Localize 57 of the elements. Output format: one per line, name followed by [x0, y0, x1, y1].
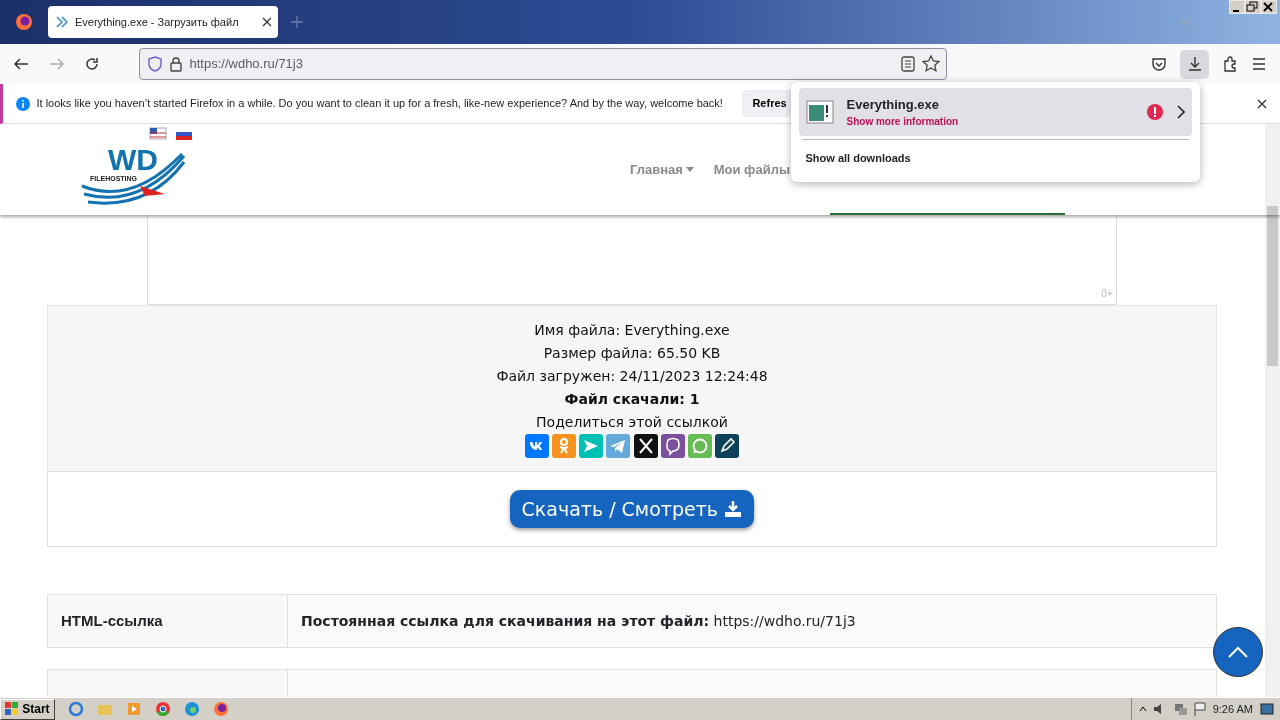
caret-icon	[686, 166, 695, 173]
download-item[interactable]: Everything.exe Show more information	[799, 88, 1192, 136]
close-icon[interactable]	[1257, 98, 1267, 109]
chevron-right-icon[interactable]	[1175, 105, 1186, 119]
download-filename: Everything.exe	[846, 95, 940, 114]
address-bar[interactable]: https://wdho.ru/71j3	[139, 48, 947, 80]
url-text: https://wdho.ru/71j3	[189, 55, 304, 74]
share-label: Поделиться этой ссылкой	[536, 413, 728, 432]
link-value: Постоянная ссылка для скачивания на этот файл: https://wdho.ru/71j3	[301, 611, 856, 631]
network-icon[interactable]	[1173, 702, 1188, 716]
file-info-line: Файл загружен: 24/11/2023 12:24:48	[496, 367, 768, 386]
windows-logo-icon	[5, 702, 19, 716]
share-viber-icon[interactable]	[660, 434, 685, 458]
nav-link[interactable]: Мои файлы	[713, 159, 790, 180]
chevron-up-icon	[1227, 645, 1249, 659]
reload-icon[interactable]	[84, 56, 100, 72]
download-icon	[1186, 56, 1203, 72]
start-button[interactable]: Start	[0, 698, 55, 720]
share-pen-icon[interactable]	[715, 434, 740, 458]
lock-icon	[169, 56, 183, 72]
back-icon[interactable]	[13, 56, 29, 72]
flag-icon[interactable]	[1194, 702, 1207, 716]
file-info-line: Размер файла: 65.50 KB	[543, 344, 721, 363]
download-status: Show more information	[846, 115, 960, 130]
close-icon[interactable]	[261, 17, 272, 27]
link-label: HTML-ссылка	[61, 610, 163, 631]
show-desktop-icon[interactable]	[1259, 702, 1274, 716]
minimize-button[interactable]	[1228, 0, 1245, 14]
clock: 9:26 AM	[1212, 701, 1253, 717]
warning-icon	[1146, 104, 1163, 120]
chrome-icon[interactable]	[154, 701, 171, 717]
browser-tab[interactable]: Everything.exe - Загрузить файл	[48, 6, 278, 38]
shield-icon	[146, 56, 163, 72]
notification-text: It looks like you haven’t started Firefox in a while. Do you want to clean it up for a fresh, like-new experience? And by the way, welcome back!	[36, 96, 723, 112]
download-button[interactable]: Скачать / Смотреть	[509, 489, 755, 529]
star-icon[interactable]	[921, 55, 940, 73]
info-icon	[16, 96, 30, 111]
file-info-line: Файл скачали: 1	[564, 390, 700, 409]
file-icon	[805, 100, 834, 124]
file-info-line: Имя файла: Everything.exe	[534, 321, 730, 340]
scroll-up-button[interactable]	[1213, 627, 1263, 677]
extensions-icon[interactable]	[1222, 56, 1238, 72]
age-rating: 0+	[1101, 286, 1113, 301]
tab-title: Everything.exe - Загрузить файл	[75, 14, 240, 30]
menu-icon[interactable]	[1251, 56, 1267, 72]
download-button[interactable]	[1180, 49, 1209, 79]
download-icon	[724, 500, 743, 518]
chevrons-icon	[54, 15, 69, 29]
firefox-icon[interactable]	[212, 701, 229, 717]
scrollbar[interactable]	[1265, 124, 1280, 697]
share-vk-icon[interactable]	[524, 434, 549, 458]
reader-view-icon[interactable]	[901, 56, 915, 72]
firefox-icon[interactable]	[15, 13, 33, 31]
chevron-up-icon[interactable]	[1138, 705, 1147, 713]
show-all-downloads-link[interactable]: Show all downloads	[799, 143, 1192, 167]
pocket-icon[interactable]	[1151, 56, 1167, 72]
share-x-icon[interactable]	[633, 434, 658, 458]
